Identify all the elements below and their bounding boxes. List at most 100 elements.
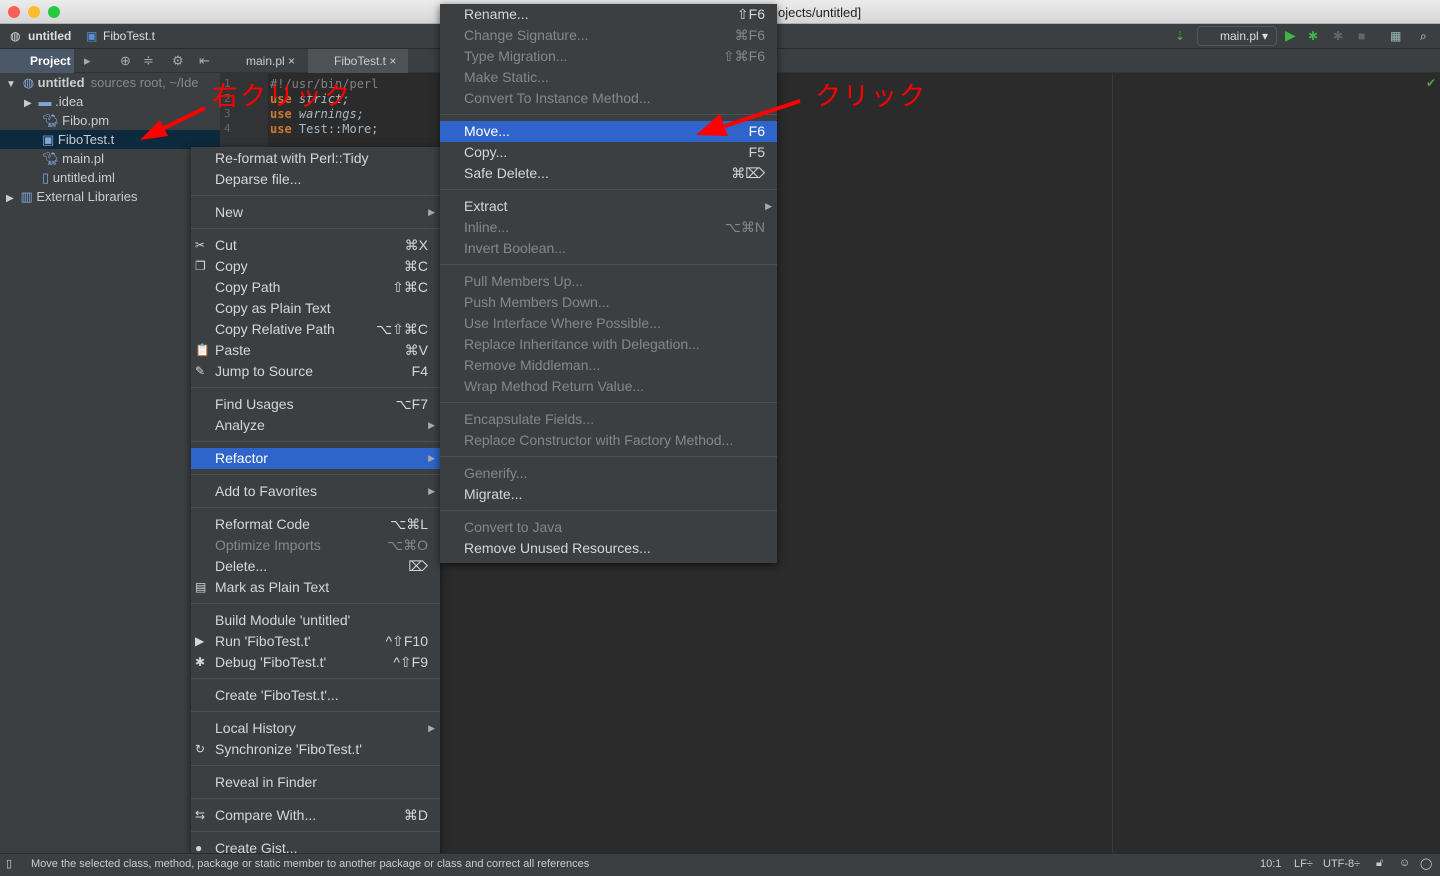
menu-item-compare-with[interactable]: ⇆ Compare With... ⌘D bbox=[191, 805, 440, 826]
menu-item-shortcut: ⌘V bbox=[404, 342, 428, 358]
menu-item-copy[interactable]: ❐ Copy ⌘C bbox=[191, 256, 440, 277]
tree-node-external-libraries[interactable]: ▶ ▥ External Libraries bbox=[0, 187, 220, 206]
zoom-window-button[interactable] bbox=[48, 6, 60, 18]
build-icon[interactable]: ⇣ bbox=[1175, 29, 1185, 43]
menu-item-migrate[interactable]: Migrate... bbox=[440, 484, 777, 505]
menu-item-label: Generify... bbox=[464, 465, 528, 481]
menu-item-copy-as-plain-text[interactable]: Copy as Plain Text bbox=[191, 298, 440, 319]
menu-item-rename[interactable]: Rename... ⇧F6 bbox=[440, 4, 777, 25]
menu-item-re-format-with-perl-tidy[interactable]: Re-format with Perl::Tidy bbox=[191, 148, 440, 169]
menu-item-optimize-imports[interactable]: Optimize Imports ⌥⌘O bbox=[191, 535, 440, 556]
menu-item-label: Replace Constructor with Factory Method.… bbox=[464, 432, 734, 448]
menu-item-inline[interactable]: Inline... ⌥⌘N bbox=[440, 217, 777, 238]
menu-item-safe-delete[interactable]: Safe Delete... ⌘⌦ bbox=[440, 163, 777, 184]
menu-item-mark-as-plain-text[interactable]: ▤ Mark as Plain Text bbox=[191, 577, 440, 598]
toolwindow-toggle-icon[interactable]: ▯ bbox=[6, 857, 12, 870]
menu-item-label: Copy... bbox=[464, 144, 508, 160]
menu-item-extract[interactable]: Extract ▶ bbox=[440, 196, 777, 217]
menu-item-wrap-method-return-value[interactable]: Wrap Method Return Value... bbox=[440, 376, 777, 397]
menu-item-use-interface-where-possible[interactable]: Use Interface Where Possible... bbox=[440, 313, 777, 334]
menu-item-convert-to-instance-method[interactable]: Convert To Instance Method... bbox=[440, 88, 777, 109]
expand-toggle-icon[interactable]: ▶ bbox=[24, 98, 34, 109]
menu-item-make-static[interactable]: Make Static... bbox=[440, 67, 777, 88]
menu-item-label: Convert To Instance Method... bbox=[464, 90, 651, 106]
tree-node-fibotest-t[interactable]: ▣ FiboTest.t bbox=[0, 130, 220, 149]
breadcrumb-fibotest[interactable]: FiboTest.t bbox=[103, 29, 155, 43]
menu-item-convert-to-java[interactable]: Convert to Java bbox=[440, 517, 777, 538]
menu-item-label: Reformat Code bbox=[215, 516, 310, 532]
run-icon[interactable]: ▶ bbox=[1285, 27, 1296, 44]
tree-node-main-pl[interactable]: 🐪︎ main.pl bbox=[0, 149, 220, 168]
menu-item-build-module-untitled[interactable]: Build Module 'untitled' bbox=[191, 610, 440, 631]
menu-item-label: Cut bbox=[215, 237, 237, 253]
menu-item-local-history[interactable]: Local History ▶ bbox=[191, 718, 440, 739]
event-log-icon[interactable]: ◯ bbox=[1420, 857, 1432, 870]
hide-icon[interactable]: ⇤ bbox=[199, 53, 210, 69]
menu-item-copy[interactable]: Copy... F5 bbox=[440, 142, 777, 163]
menu-separator bbox=[440, 259, 777, 271]
menu-item-reformat-code[interactable]: Reformat Code ⌥⌘L bbox=[191, 514, 440, 535]
menu-item-delete[interactable]: Delete... ⌦ bbox=[191, 556, 440, 577]
minimize-window-button[interactable] bbox=[28, 6, 40, 18]
tree-node-label: untitled bbox=[37, 75, 85, 90]
menu-item-refactor[interactable]: Refactor ▶ bbox=[191, 448, 440, 469]
tab-fibotest[interactable]: FiboTest.t × bbox=[308, 49, 408, 73]
debug-icon[interactable]: ✱ bbox=[1308, 29, 1318, 43]
menu-item-generify[interactable]: Generify... bbox=[440, 463, 777, 484]
tree-node-fibo-pm[interactable]: 🐪︎ Fibo.pm bbox=[0, 111, 220, 130]
menu-item-pull-members-up[interactable]: Pull Members Up... bbox=[440, 271, 777, 292]
menu-item-push-members-down[interactable]: Push Members Down... bbox=[440, 292, 777, 313]
encoding[interactable]: UTF-8÷ bbox=[1323, 858, 1360, 870]
caret-position[interactable]: 10:1 bbox=[1260, 858, 1281, 870]
menu-item-copy-relative-path[interactable]: Copy Relative Path ⌥⇧⌘C bbox=[191, 319, 440, 340]
menu-item-cut[interactable]: ✂ Cut ⌘X bbox=[191, 235, 440, 256]
expand-toggle-icon[interactable]: ▶ bbox=[6, 193, 16, 204]
menu-item-change-signature[interactable]: Change Signature... ⌘F6 bbox=[440, 25, 777, 46]
tree-node-hint: sources root, ~/Ide bbox=[90, 75, 199, 90]
chevron-right-icon[interactable]: ▸ bbox=[84, 53, 91, 69]
project-tab[interactable]: Project bbox=[0, 49, 74, 73]
menu-item-replace-constructor-with-factory-method[interactable]: Replace Constructor with Factory Method.… bbox=[440, 430, 777, 451]
menu-item-synchronize-fibotest-t[interactable]: ↻ Synchronize 'FiboTest.t' bbox=[191, 739, 440, 760]
menu-item-find-usages[interactable]: Find Usages ⌥F7 bbox=[191, 394, 440, 415]
jump-to-source-icon: ✎ bbox=[195, 364, 206, 378]
menu-item-copy-path[interactable]: Copy Path ⇧⌘C bbox=[191, 277, 440, 298]
menu-item-reveal-in-finder[interactable]: Reveal in Finder bbox=[191, 772, 440, 793]
tree-node-idea[interactable]: ▶ ▬ .idea bbox=[0, 92, 220, 111]
inspector-icon[interactable]: ☺ bbox=[1399, 857, 1410, 869]
menu-item-shortcut: ⇧F6 bbox=[736, 6, 765, 22]
menu-item-remove-middleman[interactable]: Remove Middleman... bbox=[440, 355, 777, 376]
menu-item-deparse-file[interactable]: Deparse file... bbox=[191, 169, 440, 190]
expand-toggle-icon[interactable]: ▼ bbox=[6, 79, 19, 90]
project-structure-icon[interactable]: ▦ bbox=[1390, 29, 1401, 43]
tree-node-untitled[interactable]: ▼ ◍ untitled sources root, ~/Ide bbox=[0, 73, 220, 92]
menu-item-remove-unused-resources[interactable]: Remove Unused Resources... bbox=[440, 538, 777, 559]
lock-icon[interactable]: 🔓︎ bbox=[1376, 857, 1383, 870]
search-icon[interactable]: ⌕ bbox=[1420, 29, 1427, 44]
menu-item-debug-fibotest-t[interactable]: ✱ Debug 'FiboTest.t' ^⇧F9 bbox=[191, 652, 440, 673]
menu-item-type-migration[interactable]: Type Migration... ⇧⌘F6 bbox=[440, 46, 777, 67]
menu-item-new[interactable]: New ▶ bbox=[191, 202, 440, 223]
menu-item-encapsulate-fields[interactable]: Encapsulate Fields... bbox=[440, 409, 777, 430]
menu-item-label: Copy as Plain Text bbox=[215, 300, 331, 316]
tab-main-pl[interactable]: main.pl × bbox=[220, 49, 306, 73]
menu-item-jump-to-source[interactable]: ✎ Jump to Source F4 bbox=[191, 361, 440, 382]
menu-item-invert-boolean[interactable]: Invert Boolean... bbox=[440, 238, 777, 259]
collapse-icon[interactable]: ≑ bbox=[143, 53, 154, 69]
menu-item-replace-inheritance-with-delegation[interactable]: Replace Inheritance with Delegation... bbox=[440, 334, 777, 355]
tree-node-untitled-iml[interactable]: ▯ untitled.iml bbox=[0, 168, 220, 187]
menu-item-run-fibotest-t[interactable]: ▶ Run 'FiboTest.t' ^⇧F10 bbox=[191, 631, 440, 652]
locate-icon[interactable]: ⊕ bbox=[120, 53, 131, 69]
menu-item-add-to-favorites[interactable]: Add to Favorites ▶ bbox=[191, 481, 440, 502]
menu-item-create-fibotest-t[interactable]: Create 'FiboTest.t'... bbox=[191, 685, 440, 706]
line-separator[interactable]: LF÷ bbox=[1294, 858, 1313, 870]
menu-item-move[interactable]: Move... F6 bbox=[440, 121, 777, 142]
close-window-button[interactable] bbox=[8, 6, 20, 18]
gear-icon[interactable]: ⚙ bbox=[172, 53, 184, 69]
run-config-select[interactable]: main.pl ▾ bbox=[1197, 26, 1277, 46]
coverage-icon[interactable]: ✱ bbox=[1333, 29, 1343, 43]
breadcrumb-untitled[interactable]: untitled bbox=[28, 29, 71, 43]
stop-icon[interactable]: ■ bbox=[1358, 29, 1365, 43]
menu-item-paste[interactable]: 📋 Paste ⌘V bbox=[191, 340, 440, 361]
menu-item-analyze[interactable]: Analyze ▶ bbox=[191, 415, 440, 436]
